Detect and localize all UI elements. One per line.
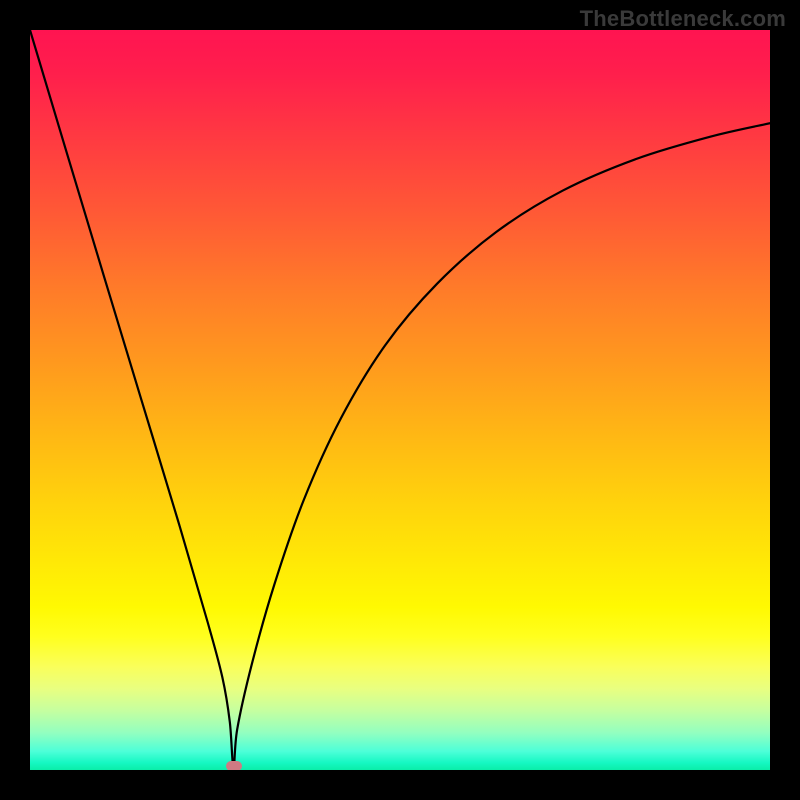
watermark-text: TheBottleneck.com	[580, 6, 786, 32]
plot-area	[30, 30, 770, 770]
bottleneck-curve	[30, 30, 770, 769]
chart-frame: TheBottleneck.com	[0, 0, 800, 800]
optimum-marker-icon	[226, 761, 242, 770]
curve-layer	[30, 30, 770, 770]
